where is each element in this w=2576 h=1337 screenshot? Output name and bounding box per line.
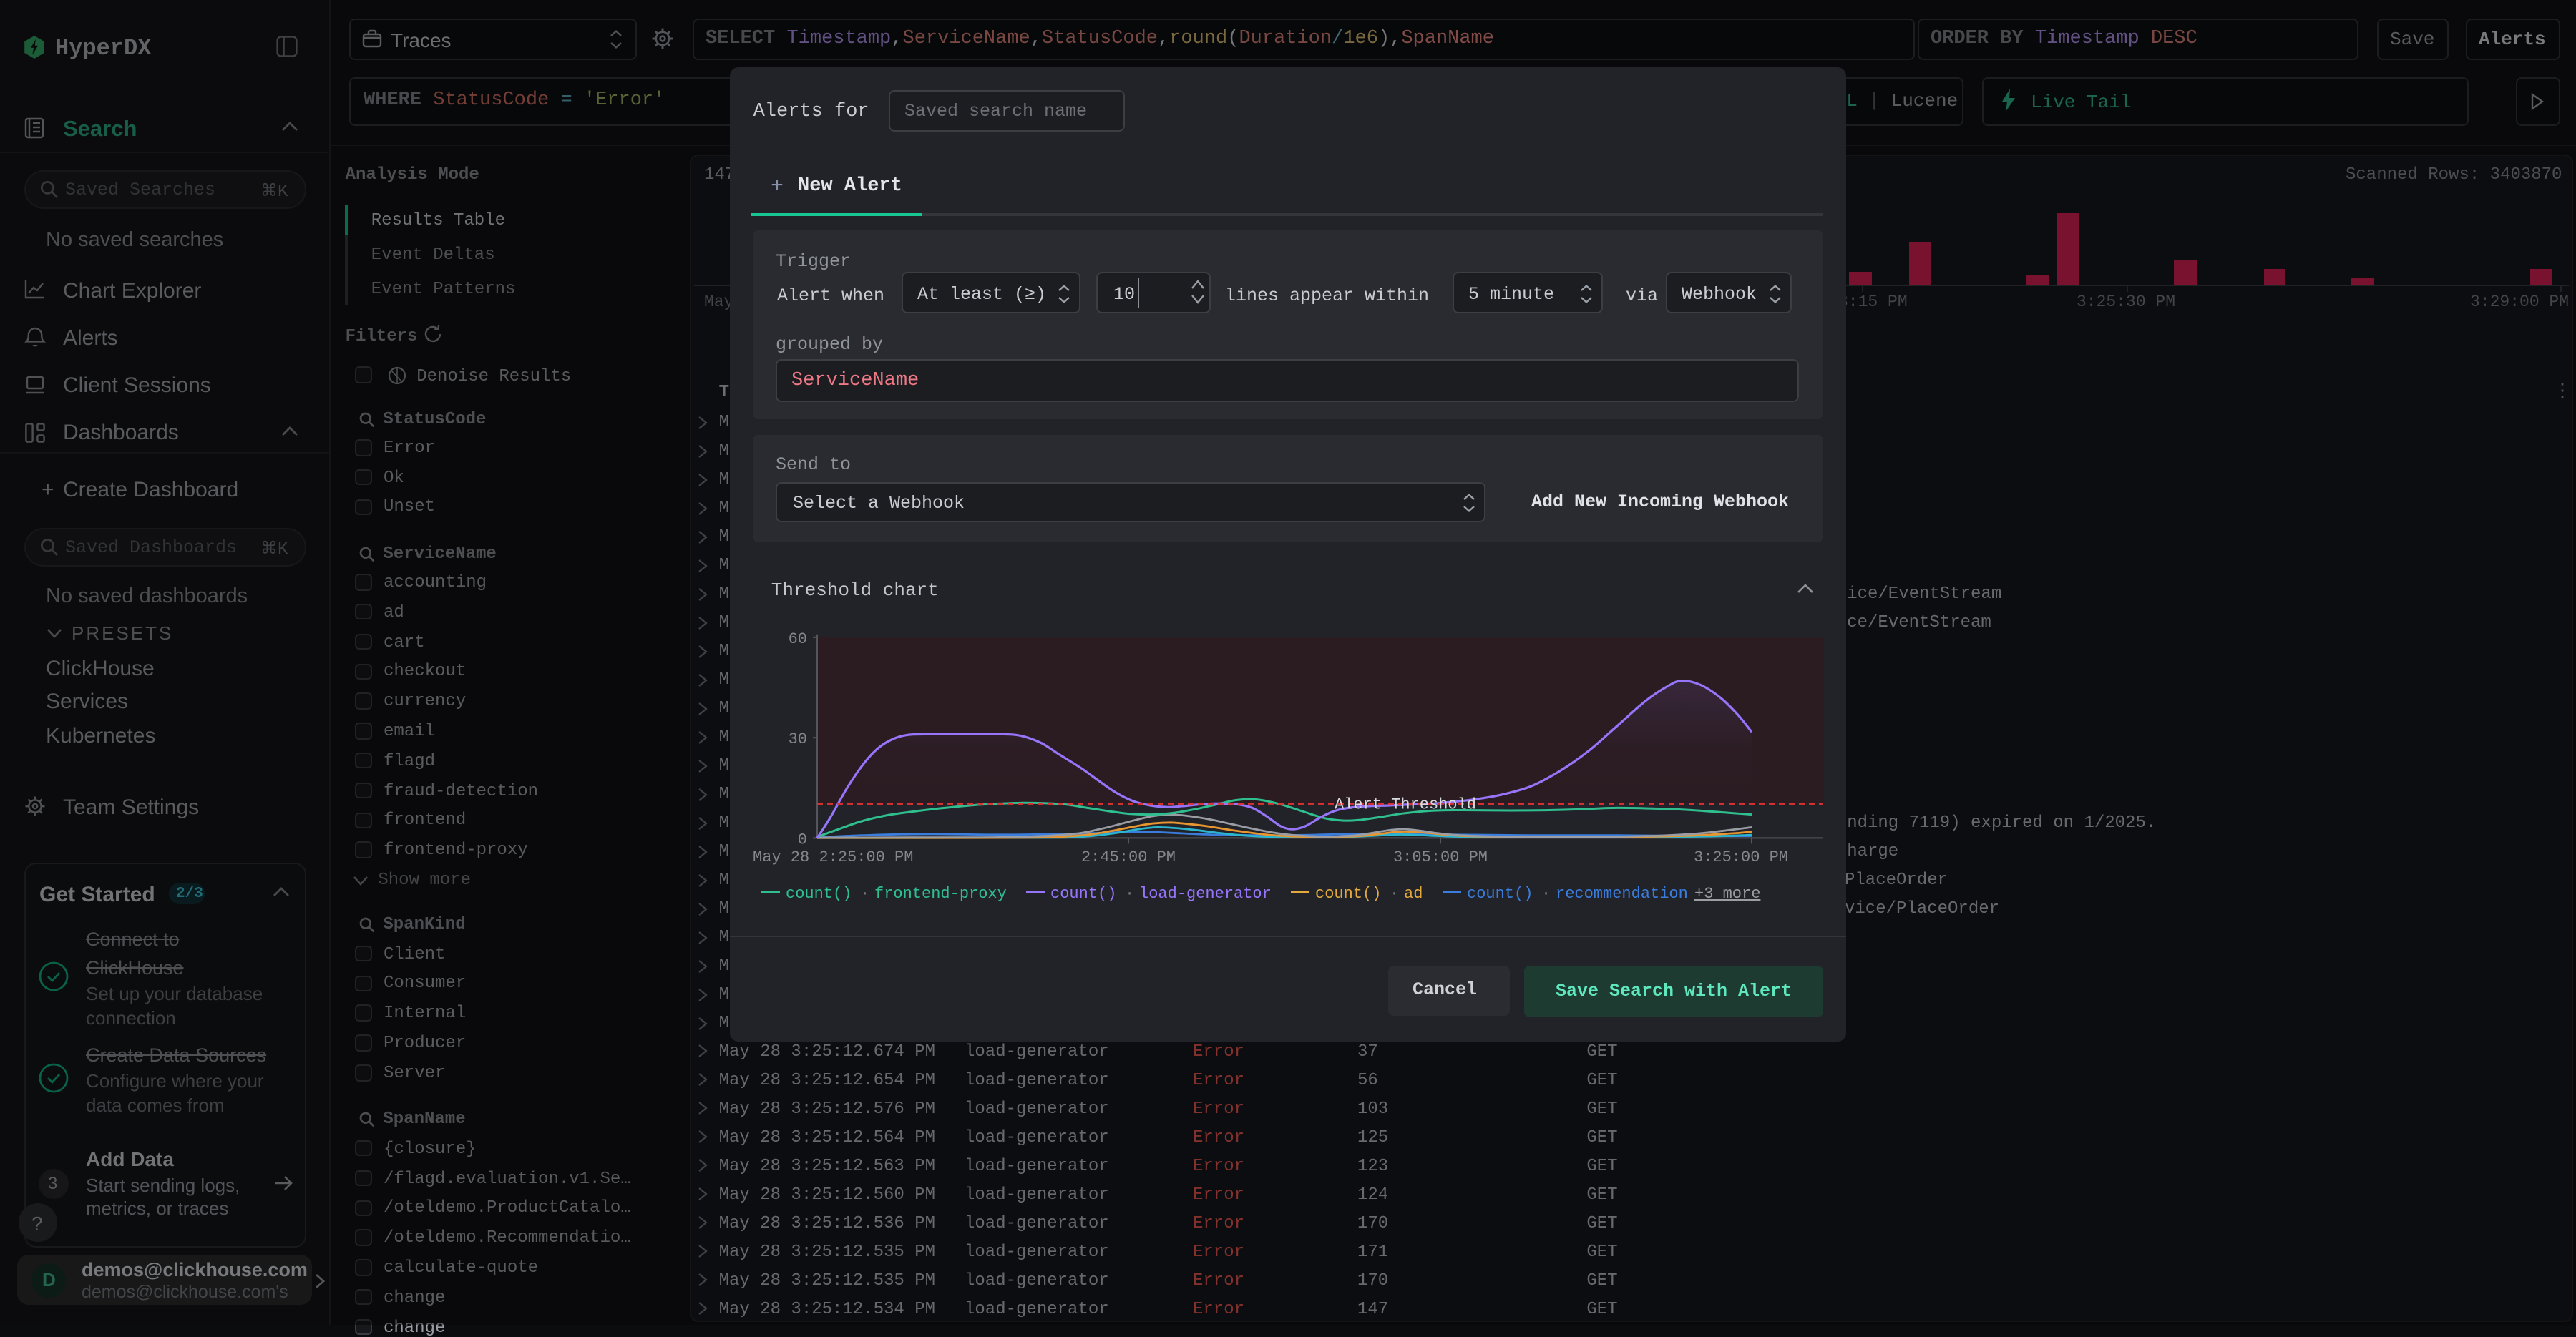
svg-text:load-generator: load-generator [1139,885,1272,903]
svg-text:ad: ad [1404,885,1423,903]
svg-text:Alert Threshold: Alert Threshold [1335,796,1476,814]
svg-text:count(): count() [786,885,852,903]
svg-text:+3 more: +3 more [1694,885,1760,903]
svg-text:·: · [1541,885,1551,903]
svg-text:count(): count() [1050,885,1116,903]
svg-text:recommendation: recommendation [1556,885,1688,903]
svg-text:·: · [860,885,869,903]
svg-text:3:25:00 PM: 3:25:00 PM [1694,848,1788,866]
svg-text:count(): count() [1467,885,1533,903]
svg-text:30: 30 [789,730,807,748]
svg-text:count(): count() [1315,885,1381,903]
svg-text:3:05:00 PM: 3:05:00 PM [1393,848,1488,866]
svg-text:frontend-proxy: frontend-proxy [874,885,1007,903]
svg-text:May 28 2:25:00 PM: May 28 2:25:00 PM [753,848,913,866]
svg-text:2:45:00 PM: 2:45:00 PM [1081,848,1176,866]
svg-text:0: 0 [798,831,807,848]
svg-text:·: · [1390,885,1399,903]
svg-text:60: 60 [789,630,807,648]
svg-text:·: · [1125,885,1134,903]
